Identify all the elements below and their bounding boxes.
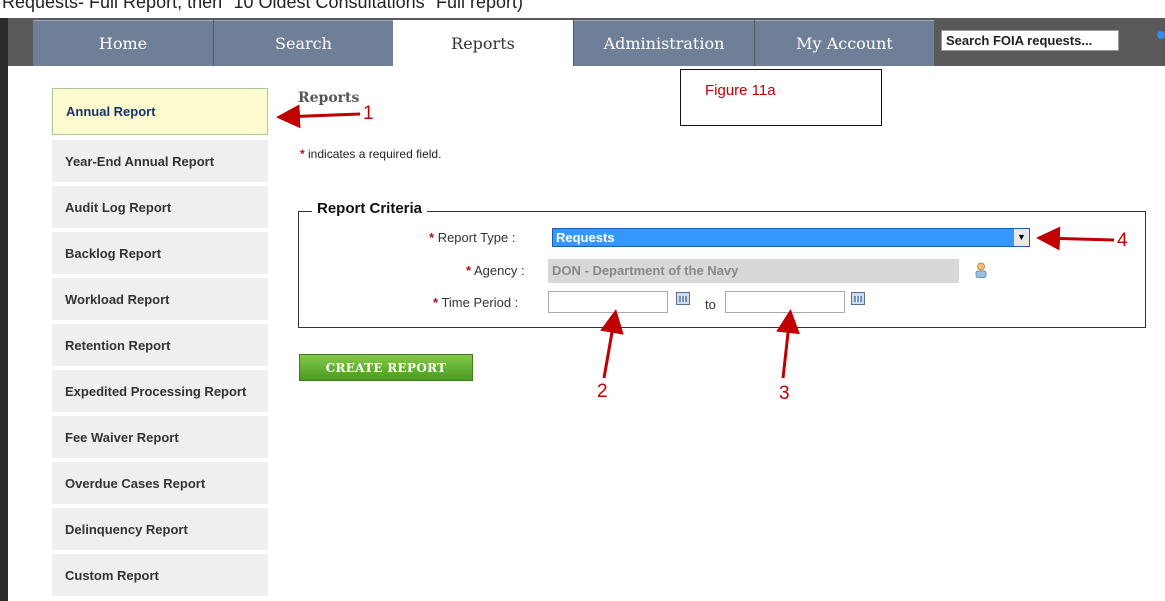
annotation-arrow-1 (276, 104, 361, 129)
annotation-number-1: 1 (363, 103, 374, 124)
annotation-arrow-2 (600, 309, 624, 379)
annotation-arrows (276, 104, 1115, 379)
annotation-number-3: 3 (779, 383, 790, 404)
annotation-number-4: 4 (1117, 230, 1128, 251)
annotation-number-2: 2 (597, 381, 608, 402)
annotation-arrow-3 (776, 309, 800, 379)
annotation-arrow-4 (1036, 226, 1115, 251)
